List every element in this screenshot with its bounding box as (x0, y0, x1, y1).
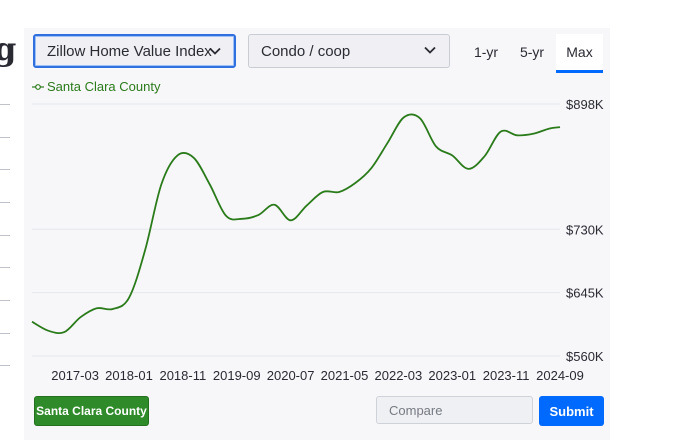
x-tick-label: 2023-11 (483, 368, 530, 383)
x-tick-label: 2019-09 (213, 368, 261, 383)
x-tick-label: 2023-01 (428, 368, 476, 383)
x-tick-label: 2022-03 (375, 368, 423, 383)
compare-input[interactable] (376, 396, 533, 424)
y-tick-label: $730K (566, 222, 604, 237)
y-tick-label: $560K (566, 349, 604, 364)
y-tick-label: $898K (566, 97, 604, 112)
line-chart: $898K $730K $645K $560K 2017-03 2018-01 2018-1… (31, 97, 604, 383)
x-tick-label: 2021-05 (321, 368, 369, 383)
y-tick-label: $645K (566, 286, 604, 301)
submit-button[interactable]: Submit (539, 396, 604, 426)
series-line (31, 113, 561, 335)
x-tick-label: 2024-09 (536, 368, 584, 383)
x-tick-label: 2018-11 (159, 368, 206, 383)
x-tick-label: 2017-03 (51, 368, 99, 383)
x-tick-label: 2020-07 (267, 368, 315, 383)
x-tick-label: 2018-01 (105, 368, 153, 383)
series-toggle-button[interactable]: Santa Clara County (34, 396, 149, 426)
